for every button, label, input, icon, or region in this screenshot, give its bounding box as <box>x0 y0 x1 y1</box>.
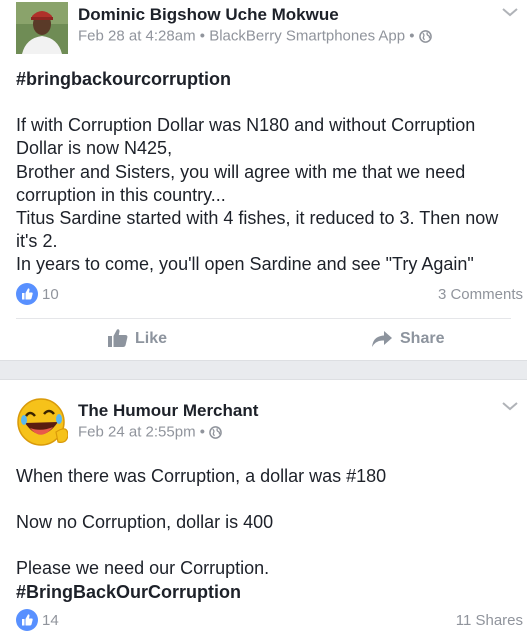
share-button-label: Share <box>400 330 445 347</box>
share-count[interactable]: 11 Shares <box>456 612 523 629</box>
author-avatar[interactable] <box>16 394 68 446</box>
post-source: BlackBerry Smartphones App <box>209 27 406 45</box>
post-meta: Feb 28 at 4:28am • BlackBerry Smartphone… <box>78 27 432 45</box>
author-avatar[interactable] <box>16 2 68 54</box>
share-arrow-icon <box>372 331 392 347</box>
like-button[interactable]: Like <box>107 328 177 350</box>
action-divider <box>16 318 511 319</box>
post-text: When there was Corruption, a dollar was … <box>16 465 517 604</box>
like-count[interactable]: 14 <box>42 612 59 629</box>
post-line: If with Corruption Dollar was N180 and w… <box>16 115 476 159</box>
post-date[interactable]: Feb 24 at 2:55pm <box>78 424 196 441</box>
post-line: In years to come, you'll open Sardine an… <box>16 254 474 275</box>
meta-separator: • <box>199 423 206 441</box>
post-hashtag[interactable]: #BringBackOurCorruption <box>16 581 517 604</box>
feed-separator <box>0 360 527 380</box>
chevron-down-icon[interactable] <box>501 6 519 18</box>
meta-separator: • <box>409 27 415 45</box>
post-card: Dominic Bigshow Uche Mokwue Feb 28 at 4:… <box>0 0 527 360</box>
like-reaction-icon[interactable] <box>16 609 38 631</box>
thumbs-up-icon <box>108 329 128 347</box>
post-line: Titus Sardine started with 4 fishes, it … <box>16 208 499 252</box>
reaction-bar: 14 11 Shares <box>16 609 523 633</box>
share-button[interactable]: Share <box>371 328 451 350</box>
post-line: Now no Corruption, dollar is 400 <box>16 512 274 533</box>
post-text: #bringbackourcorruption If with Corrupti… <box>16 68 517 277</box>
like-count[interactable]: 10 <box>42 286 59 303</box>
like-reaction-icon[interactable] <box>16 283 38 305</box>
post-meta: Feb 24 at 2:55pm • <box>78 423 223 441</box>
post-hashtag[interactable]: #bringbackourcorruption <box>16 68 517 91</box>
comment-count[interactable]: 3 Comments <box>438 286 523 303</box>
globe-icon <box>209 425 223 439</box>
chevron-down-icon[interactable] <box>501 400 519 412</box>
globe-icon <box>418 29 432 43</box>
post-line: Brother and Sisters, you will agree with… <box>16 161 466 205</box>
post-line: Please we need our Corruption. <box>16 558 270 579</box>
post-card: The Humour Merchant Feb 24 at 2:55pm • W… <box>0 380 527 640</box>
post-author-name[interactable]: The Humour Merchant <box>78 401 258 421</box>
meta-separator: • <box>199 27 206 45</box>
post-line: When there was Corruption, a dollar was … <box>16 466 387 486</box>
post-date[interactable]: Feb 28 at 4:28am <box>78 28 196 45</box>
post-author-name[interactable]: Dominic Bigshow Uche Mokwue <box>78 5 339 25</box>
reaction-bar: 10 3 Comments <box>16 283 523 307</box>
like-button-label: Like <box>135 330 168 347</box>
